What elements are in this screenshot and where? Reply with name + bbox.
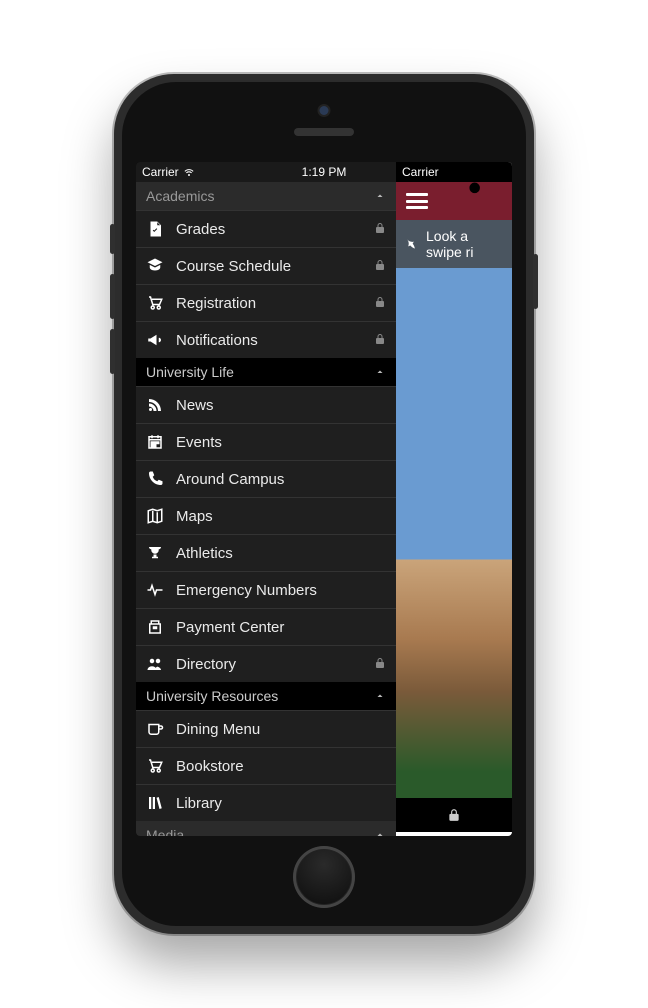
menu-item[interactable]: Course Schedule — [136, 247, 396, 284]
carrier-label: Carrier — [142, 165, 179, 179]
menu-item[interactable]: News — [136, 386, 396, 423]
register-icon — [146, 618, 164, 636]
section-title: University Life — [146, 364, 234, 380]
menu-item[interactable]: Notifications — [136, 321, 396, 358]
phone-frame: Carrier 1:19 PM Academics Grades Course Sc… — [114, 74, 534, 934]
menu-item-label: Athletics — [176, 545, 386, 562]
cart-icon — [146, 294, 164, 312]
bottom-bar — [396, 798, 512, 832]
trophy-icon — [146, 544, 164, 562]
rss-icon — [146, 396, 164, 414]
menu-item[interactable]: Around Campus — [136, 460, 396, 497]
menu-item[interactable]: Athletics — [136, 534, 396, 571]
people-icon — [146, 655, 164, 673]
menu-item[interactable]: Payment Center — [136, 608, 396, 645]
megaphone-icon — [146, 331, 164, 349]
arrow-up-icon — [402, 235, 420, 253]
chevron-up-icon — [374, 366, 386, 378]
screen: Carrier 1:19 PM Academics Grades Course Sc… — [136, 162, 512, 836]
hint-line1: Look a — [426, 228, 473, 244]
grades-icon — [146, 220, 164, 238]
menu-item-label: Dining Menu — [176, 721, 386, 738]
menu-item-label: Emergency Numbers — [176, 582, 386, 599]
menu-item-label: Events — [176, 434, 386, 451]
main-content[interactable]: Carrier Look a swipe ri — [396, 162, 512, 836]
menu-item-label: Library — [176, 795, 386, 812]
section-header[interactable]: Academics — [136, 182, 396, 210]
lock-icon — [374, 332, 386, 349]
section-title: University Resources — [146, 688, 278, 704]
navigation-drawer[interactable]: Academics Grades Course Schedule Registrati… — [136, 162, 396, 836]
status-bar: Carrier 1:19 PM — [136, 162, 512, 182]
section-title: Media — [146, 827, 184, 836]
lock-icon — [374, 656, 386, 673]
lock-icon[interactable] — [447, 807, 461, 823]
menu-item-label: Bookstore — [176, 758, 386, 775]
menu-item[interactable]: Bookstore — [136, 747, 396, 784]
menu-item[interactable]: Library — [136, 784, 396, 821]
section-header[interactable]: Media — [136, 821, 396, 836]
menu-item[interactable]: Registration — [136, 284, 396, 321]
chevron-up-icon — [374, 690, 386, 702]
volume-up — [110, 274, 115, 319]
menu-item-label: Directory — [176, 656, 374, 673]
calendar-icon — [146, 433, 164, 451]
phone-icon — [146, 470, 164, 488]
home-button[interactable] — [293, 846, 355, 908]
lock-icon — [374, 258, 386, 275]
power-button — [533, 254, 538, 309]
map-icon — [146, 507, 164, 525]
cart-icon — [146, 757, 164, 775]
menu-item-label: Grades — [176, 221, 374, 238]
section-header[interactable]: University Life — [136, 358, 396, 386]
library-icon — [146, 794, 164, 812]
menu-item[interactable]: Emergency Numbers — [136, 571, 396, 608]
menu-item-label: Notifications — [176, 332, 374, 349]
menu-item-label: News — [176, 397, 386, 414]
chevron-up-icon — [374, 829, 386, 836]
menu-item-label: Maps — [176, 508, 386, 525]
menu-item-label: Payment Center — [176, 619, 386, 636]
menu-item[interactable]: Directory — [136, 645, 396, 682]
background-image — [396, 268, 512, 798]
front-camera — [320, 106, 329, 115]
lock-icon — [374, 221, 386, 238]
hint-line2: swipe ri — [426, 244, 473, 260]
wifi-icon — [183, 166, 195, 178]
menu-item-label: Course Schedule — [176, 258, 374, 275]
menu-item[interactable]: Maps — [136, 497, 396, 534]
earpiece-speaker — [294, 128, 354, 136]
menu-item[interactable]: Events — [136, 423, 396, 460]
lock-icon — [374, 295, 386, 312]
menu-item-label: Registration — [176, 295, 374, 312]
menu-item-label: Around Campus — [176, 471, 386, 488]
volume-down — [110, 329, 115, 374]
menu-item[interactable]: Dining Menu — [136, 710, 396, 747]
menu-button[interactable] — [406, 193, 428, 209]
pulse-icon — [146, 581, 164, 599]
cup-icon — [146, 720, 164, 738]
schedule-icon — [146, 257, 164, 275]
chevron-up-icon — [374, 190, 386, 202]
mute-switch — [110, 224, 115, 254]
section-title: Academics — [146, 188, 214, 204]
section-header[interactable]: University Resources — [136, 682, 396, 710]
menu-item[interactable]: Grades — [136, 210, 396, 247]
